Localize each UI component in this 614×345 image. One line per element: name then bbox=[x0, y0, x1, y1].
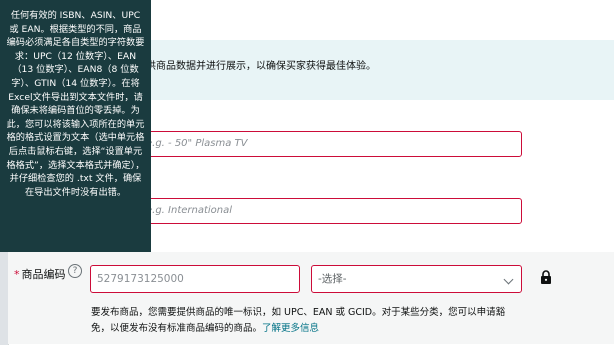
help-icon[interactable]: ? bbox=[68, 264, 82, 278]
product-code-type-select[interactable]: -选择- bbox=[311, 265, 522, 293]
chevron-down-icon bbox=[503, 274, 514, 285]
help-tooltip: 任何有效的 ISBN、ASIN、UPC 或 EAN。根据类型的不同，商品编码必须… bbox=[0, 0, 151, 252]
product-code-label: * 商品编码 bbox=[14, 266, 66, 282]
info-banner-text: 提供商品数据并进行展示，以确保买家获得最佳体验。 bbox=[136, 61, 376, 72]
product-code-description: 要发布商品，您需要提供商品的唯一标识，如 UPC、EAN 或 GCID。对于某些… bbox=[91, 305, 511, 337]
required-mark: * bbox=[14, 268, 20, 281]
brand-input[interactable]: e.g. International bbox=[139, 198, 522, 224]
product-title-input[interactable]: e.g. - 50" Plasma TV bbox=[139, 131, 522, 157]
product-code-input[interactable]: 5279173125000 bbox=[90, 265, 300, 293]
product-code-type-value: -选择- bbox=[318, 273, 347, 285]
lock-icon bbox=[541, 270, 551, 284]
learn-more-link[interactable]: 了解更多信息 bbox=[262, 323, 319, 334]
product-code-label-text: 商品编码 bbox=[21, 268, 66, 281]
